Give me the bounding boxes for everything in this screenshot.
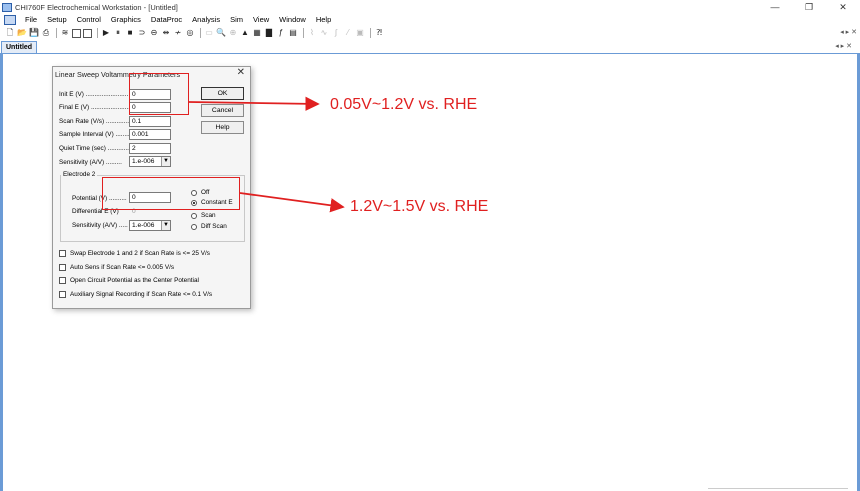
annotation-text-bottom: 1.2V~1.5V vs. RHE <box>350 198 489 215</box>
annotation-arrow-bottom <box>239 192 345 213</box>
annotation-text-top: 0.05V~1.2V vs. RHE <box>330 96 478 113</box>
annotation-arrow-top <box>188 96 320 112</box>
annotation-arrows <box>188 96 345 213</box>
